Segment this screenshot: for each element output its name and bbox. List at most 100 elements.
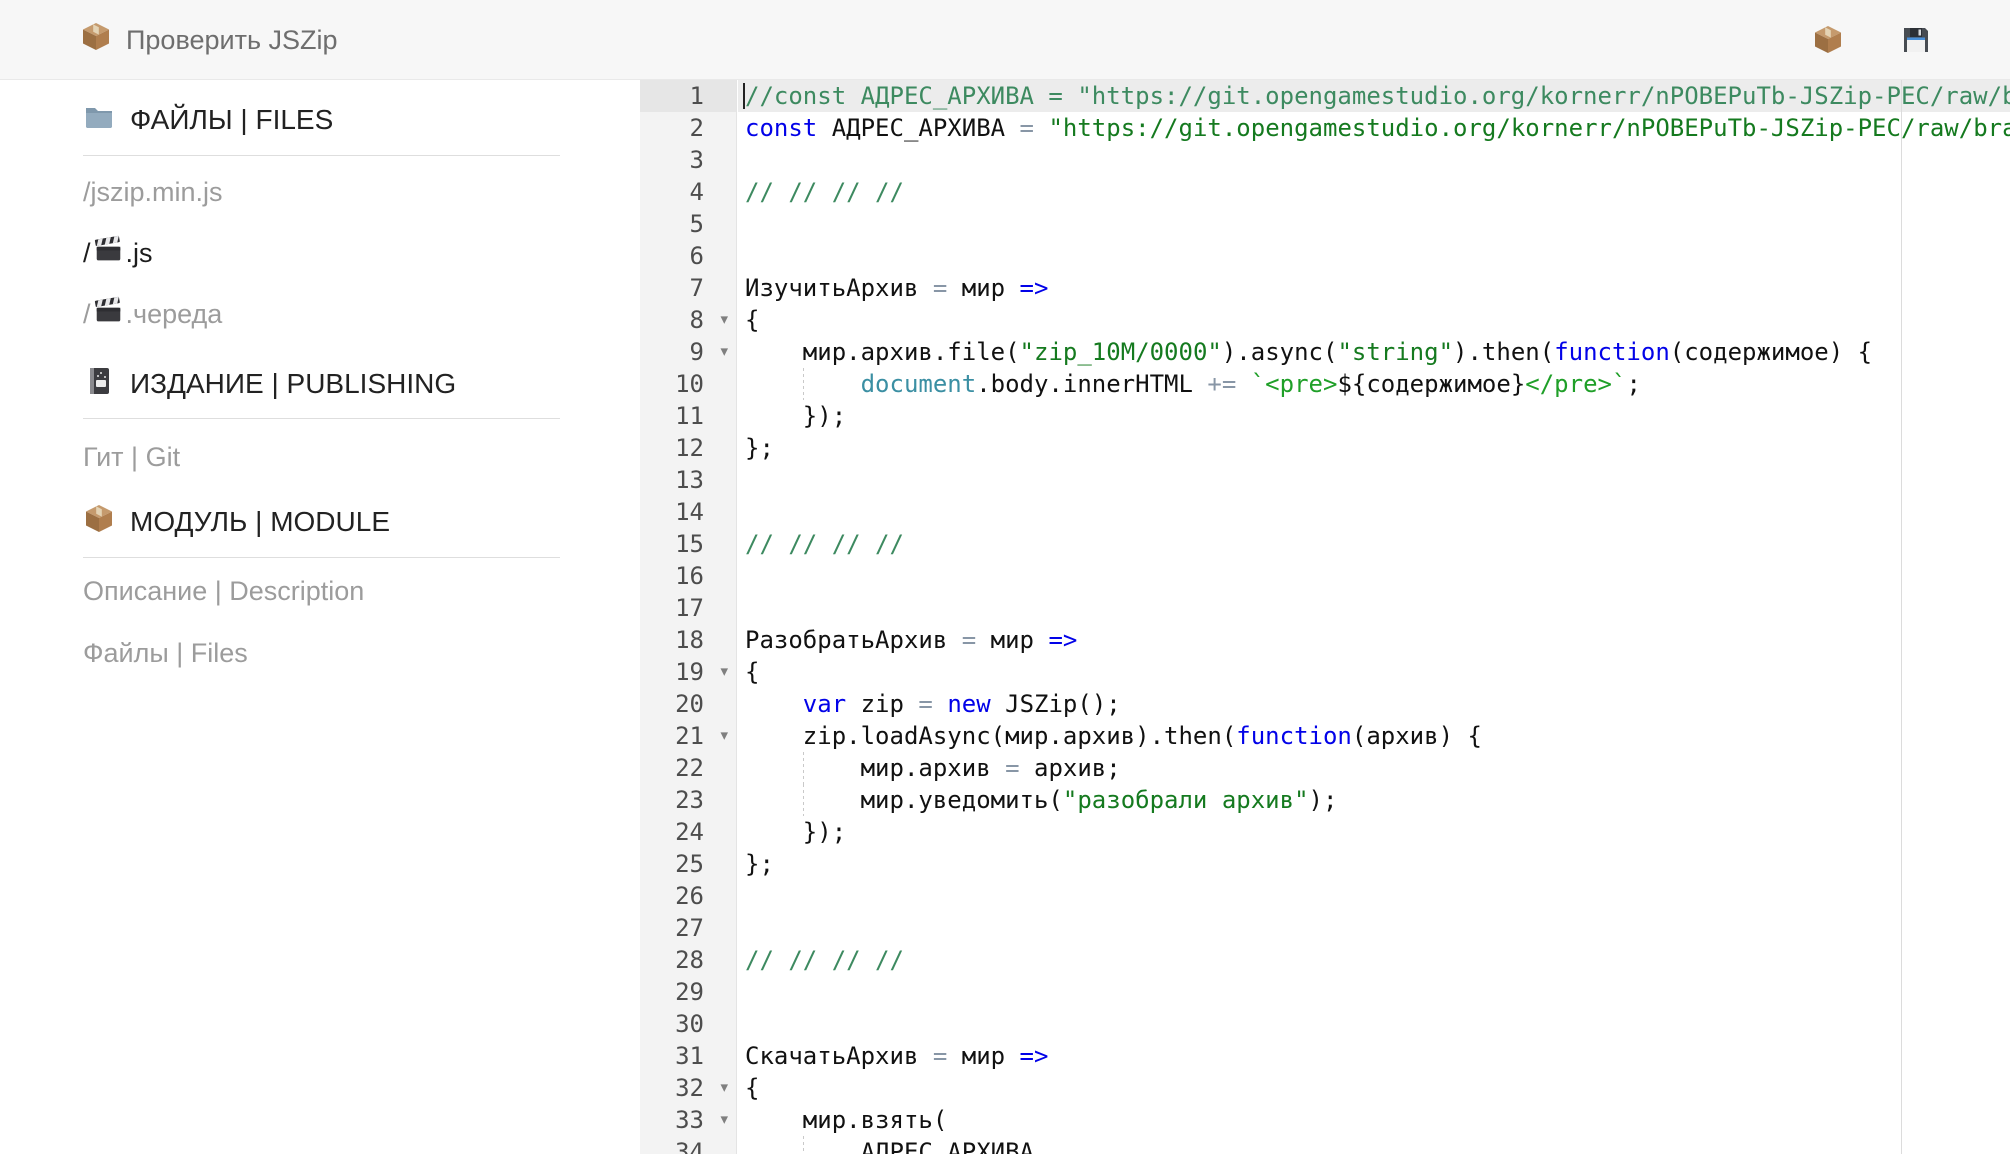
code-line[interactable]: СкачатьАрхив = мир => — [738, 1040, 2010, 1072]
line-number: 33▾ — [640, 1104, 736, 1136]
fold-arrow-icon[interactable]: ▾ — [720, 303, 728, 335]
code-token: }); — [745, 402, 846, 430]
fold-arrow-icon[interactable]: ▾ — [720, 335, 728, 367]
sidebar-section-header: ФАЙЛЫ | FILES — [83, 102, 560, 138]
sidebar-section: МОДУЛЬ | MODULEОписание | DescriptionФай… — [83, 504, 560, 669]
code-token: var — [803, 690, 846, 718]
code-line[interactable]: var zip = new JSZip(); — [738, 688, 2010, 720]
line-number: 17 — [640, 592, 736, 624]
code-line[interactable]: ИзучитьАрхив = мир => — [738, 272, 2010, 304]
editor-code-area[interactable]: //const АДРЕС_АРХИВА = "https://git.open… — [738, 80, 2010, 1154]
code-line[interactable]: }; — [738, 848, 2010, 880]
code-token: "https://git.opengamestudio.org/kornerr/… — [1048, 114, 2010, 142]
code-line[interactable]: { — [738, 1072, 2010, 1104]
code-line[interactable]: АДРЕС_АРХИВА — [738, 1136, 2010, 1154]
fold-arrow-icon[interactable]: ▾ — [720, 1071, 728, 1103]
fold-arrow-icon[interactable]: ▾ — [720, 655, 728, 687]
code-token — [1236, 370, 1250, 398]
fold-arrow-icon[interactable]: ▾ — [720, 719, 728, 751]
code-token: zip.loadAsync(мир.архив).then( — [745, 722, 1236, 750]
code-line[interactable]: { — [738, 304, 2010, 336]
sidebar-item[interactable]: /.js — [83, 237, 560, 269]
line-number: 26 — [640, 880, 736, 912]
code-line[interactable]: // // // // — [738, 944, 2010, 976]
line-number: 23 — [640, 784, 736, 816]
code-line[interactable]: }); — [738, 400, 2010, 432]
package-button[interactable] — [1812, 24, 1844, 56]
code-line[interactable]: zip.loadAsync(мир.архив).then(function(а… — [738, 720, 2010, 752]
code-editor[interactable]: 12345678▾9▾10111213141516171819▾2021▾222… — [640, 80, 2010, 1154]
code-line[interactable] — [738, 592, 2010, 624]
indent-guide — [803, 1136, 804, 1154]
sidebar-section-label: ФАЙЛЫ | FILES — [130, 104, 333, 136]
code-token: => — [1020, 274, 1049, 302]
code-line[interactable]: }); — [738, 816, 2010, 848]
code-line[interactable]: мир.архив.file("zip_10M/0000").async("st… — [738, 336, 2010, 368]
line-number: 3 — [640, 144, 736, 176]
clapper-icon — [91, 296, 126, 332]
code-line[interactable]: //const АДРЕС_АРХИВА = "https://git.open… — [738, 80, 2010, 112]
code-token: }; — [745, 434, 774, 462]
code-line[interactable]: }; — [738, 432, 2010, 464]
code-line[interactable]: const АДРЕС_АРХИВА = "https://git.openga… — [738, 112, 2010, 144]
code-token: = — [918, 690, 932, 718]
code-line[interactable]: // // // // — [738, 528, 2010, 560]
sidebar-item-label: .череда — [126, 299, 223, 330]
code-line[interactable] — [738, 496, 2010, 528]
code-line[interactable]: мир.взять( — [738, 1104, 2010, 1136]
code-line[interactable] — [738, 912, 2010, 944]
sidebar-section: ИЗДАНИЕ | PUBLISHING Гит | Git — [83, 366, 560, 473]
code-token — [933, 690, 947, 718]
code-token: // // // // — [745, 946, 904, 974]
code-line[interactable]: document.body.innerHTML += `<pre>${содер… — [738, 368, 2010, 400]
code-line[interactable]: { — [738, 656, 2010, 688]
line-number: 10 — [640, 368, 736, 400]
code-line[interactable] — [738, 208, 2010, 240]
code-line[interactable] — [738, 880, 2010, 912]
code-line[interactable]: мир.уведомить("разобрали архив"); — [738, 784, 2010, 816]
code-token: архив; — [1020, 754, 1121, 782]
code-token — [745, 690, 803, 718]
sidebar-item[interactable]: Описание | Description — [83, 575, 560, 607]
divider — [83, 418, 560, 419]
sidebar-section-label: ИЗДАНИЕ | PUBLISHING — [130, 368, 456, 400]
code-token: РазобратьАрхив — [745, 626, 962, 654]
code-token: = — [933, 274, 947, 302]
code-line[interactable] — [738, 144, 2010, 176]
line-number: 24 — [640, 816, 736, 848]
fold-arrow-icon[interactable]: ▾ — [720, 1103, 728, 1135]
code-token: ); — [1309, 786, 1338, 814]
code-token: ; — [1626, 370, 1640, 398]
sidebar-item[interactable]: /.череда — [83, 298, 560, 330]
indent-guide — [803, 368, 804, 400]
code-line[interactable] — [738, 560, 2010, 592]
code-token: // // // // — [745, 530, 904, 558]
code-token: document — [861, 370, 977, 398]
code-token: мир.архив — [745, 754, 1005, 782]
sidebar-section: ФАЙЛЫ | FILES/jszip.min.js /.js /.череда — [83, 102, 560, 330]
code-line[interactable]: // // // // — [738, 176, 2010, 208]
code-line[interactable] — [738, 976, 2010, 1008]
line-number: 22 — [640, 752, 736, 784]
line-number: 7 — [640, 272, 736, 304]
save-button[interactable] — [1900, 24, 1932, 56]
code-token: "string" — [1337, 338, 1453, 366]
code-line[interactable]: мир.архив = архив; — [738, 752, 2010, 784]
code-token: "разобрали архив" — [1063, 786, 1309, 814]
sidebar-item[interactable]: Гит | Git — [83, 441, 560, 473]
sidebar: ФАЙЛЫ | FILES/jszip.min.js /.js /.череда ИЗ… — [83, 81, 560, 669]
code-line[interactable]: РазобратьАрхив = мир => — [738, 624, 2010, 656]
code-line[interactable] — [738, 1008, 2010, 1040]
code-line[interactable] — [738, 464, 2010, 496]
code-token: { — [745, 1074, 759, 1102]
line-number: 28 — [640, 944, 736, 976]
code-token: }; — [745, 850, 774, 878]
line-number: 30 — [640, 1008, 736, 1040]
sidebar-item[interactable]: /jszip.min.js — [83, 176, 560, 208]
indent-guide — [803, 784, 804, 816]
line-number: 20 — [640, 688, 736, 720]
code-token: = — [933, 1042, 947, 1070]
code-line[interactable] — [738, 240, 2010, 272]
app-title: Проверить JSZip — [80, 0, 338, 80]
sidebar-item[interactable]: Файлы | Files — [83, 637, 560, 669]
